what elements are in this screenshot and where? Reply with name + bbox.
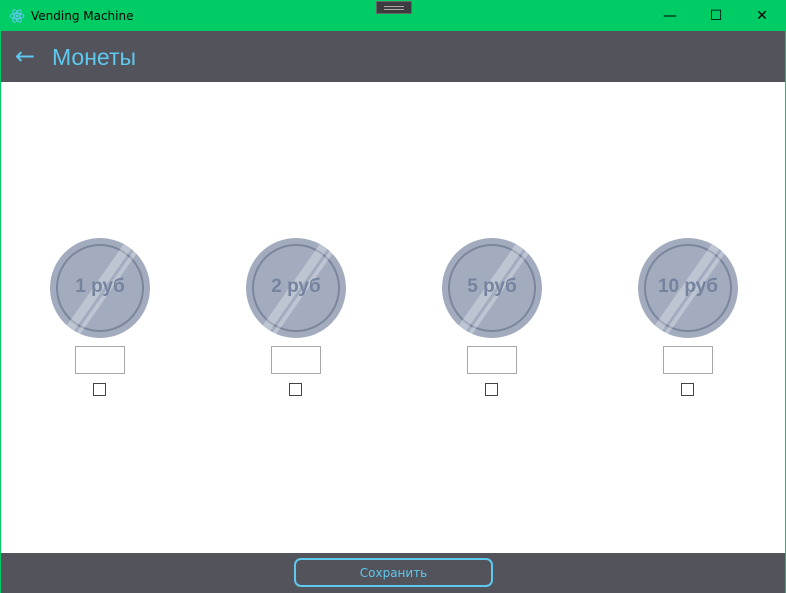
react-atom-icon: [9, 9, 25, 23]
title-bar[interactable]: Vending Machine — ☐ ✕: [1, 1, 785, 31]
coin-enabled-checkbox[interactable]: [681, 383, 694, 396]
header: ← Монеты: [1, 31, 785, 82]
minimize-button[interactable]: —: [647, 1, 693, 31]
maximize-button[interactable]: ☐: [693, 1, 739, 31]
coin-quantity-input[interactable]: [467, 346, 517, 374]
coin-image: 10 руб: [638, 238, 738, 338]
coin-label: 5 руб: [467, 276, 517, 297]
coin-enabled-checkbox[interactable]: [93, 383, 106, 396]
arrow-left-icon[interactable]: ←: [15, 44, 35, 68]
save-button[interactable]: Сохранить: [294, 558, 493, 587]
close-button[interactable]: ✕: [739, 1, 785, 31]
page-title: Монеты: [52, 44, 137, 70]
coin-quantity-input[interactable]: [75, 346, 125, 374]
coin-label: 2 руб: [271, 276, 321, 297]
app-window: Vending Machine — ☐ ✕ ← Монеты 1 руб 2 р…: [0, 0, 786, 593]
window-title: Vending Machine: [31, 9, 134, 23]
coin-label: 10 руб: [657, 276, 719, 297]
footer: Сохранить: [1, 553, 785, 593]
coin-image: 1 руб: [50, 238, 150, 338]
drag-handle[interactable]: [376, 1, 412, 14]
coin-quantity-input[interactable]: [663, 346, 713, 374]
coin-enabled-checkbox[interactable]: [289, 383, 302, 396]
coin-label: 1 руб: [75, 276, 125, 297]
coin-enabled-checkbox[interactable]: [485, 383, 498, 396]
coin-image: 5 руб: [442, 238, 542, 338]
coin-quantity-input[interactable]: [271, 346, 321, 374]
coin-image: 2 руб: [246, 238, 346, 338]
